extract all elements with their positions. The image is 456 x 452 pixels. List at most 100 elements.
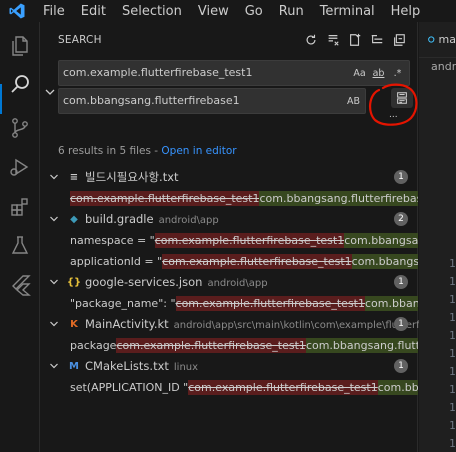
title-bar: File Edit Selection View Go Run Terminal Help xyxy=(0,0,456,22)
result-file-name: google-services.json android\app xyxy=(85,275,268,289)
result-match-row[interactable]: com.example.flutterfirebase_test1 com.bba… xyxy=(70,188,418,208)
result-file-row[interactable]: ◆ build.gradle android\app 2 xyxy=(40,209,418,229)
menu-run[interactable]: Run xyxy=(279,4,304,19)
file-name-text: build.gradle xyxy=(85,212,154,226)
editor-tab-label: ma xyxy=(438,33,456,46)
breadcrumb[interactable]: andro xyxy=(431,60,456,73)
menu-file[interactable]: File xyxy=(43,4,65,19)
extensions-icon[interactable] xyxy=(6,193,34,221)
match-case-option[interactable]: Aa xyxy=(352,65,367,81)
source-control-icon[interactable] xyxy=(6,114,34,142)
kotlin-icon: K xyxy=(70,318,78,330)
result-file-name: build.gradle android\app xyxy=(85,212,219,226)
result-match-row[interactable]: applicationId = " com.example.flutterfire… xyxy=(70,251,418,271)
file-name-text: CMakeLists.txt xyxy=(85,359,169,373)
result-match-row[interactable]: package com.example.flutterfirebase_test… xyxy=(70,335,418,355)
search-icon[interactable] xyxy=(6,70,34,98)
line-number: 1 xyxy=(449,419,456,432)
line-number: 1 xyxy=(449,365,456,378)
match-prefix: applicationId = " xyxy=(70,254,163,268)
line-number: 1 xyxy=(449,329,456,342)
line-number: 1 xyxy=(449,293,456,306)
cmake-icon: M xyxy=(69,360,79,372)
match-deleted-text: com.example.flutterfirebase_test1 xyxy=(116,337,306,353)
result-file-row[interactable]: {} google-services.json android\app 1 xyxy=(40,272,418,292)
search-view-title: SEARCH xyxy=(58,34,102,46)
search-view-header: SEARCH xyxy=(40,22,418,58)
menu-edit[interactable]: Edit xyxy=(81,4,106,19)
match-inserted-text: com.bbangsang.flutterfirebase1 xyxy=(259,190,418,206)
preserve-case-option[interactable]: AB xyxy=(346,93,361,109)
new-search-editor-icon[interactable] xyxy=(348,33,362,47)
match-inserted-text: com.bbangsang.fl... xyxy=(365,295,418,311)
menu-go[interactable]: Go xyxy=(245,4,263,19)
chevron-down-icon[interactable] xyxy=(49,277,59,287)
use-regex-option[interactable]: .* xyxy=(390,65,405,81)
testing-icon[interactable] xyxy=(6,232,34,260)
text-file-icon: ≡ xyxy=(69,171,79,183)
active-indicator xyxy=(0,84,2,114)
search-input[interactable] xyxy=(63,66,343,79)
replace-input[interactable] xyxy=(63,94,343,107)
result-file-name: MainActivity.kt android\app\src\main\kotl… xyxy=(85,317,432,331)
flutter-icon[interactable] xyxy=(6,271,34,299)
match-prefix: "package_name": " xyxy=(70,296,176,310)
toggle-replace-chevron-icon[interactable] xyxy=(44,86,56,98)
replace-options: AB xyxy=(346,93,361,109)
match-inserted-text: com.bbangsang.flutt... xyxy=(344,232,418,248)
result-file-row[interactable]: M CMakeLists.txt linux 1 xyxy=(40,356,418,376)
line-number: 1 xyxy=(449,275,456,288)
file-name-text: 빌드시필요사항.txt xyxy=(85,170,179,184)
result-match-row[interactable]: namespace = " com.example.flutterfirebase… xyxy=(70,230,418,250)
match-prefix: set(APPLICATION_ID " xyxy=(70,380,189,394)
file-name-text: MainActivity.kt xyxy=(85,317,169,331)
run-debug-icon[interactable] xyxy=(6,153,34,181)
refresh-icon[interactable] xyxy=(304,33,318,47)
match-deleted-text: com.example.flutterfirebase_test1 xyxy=(154,232,345,248)
menu-terminal[interactable]: Terminal xyxy=(320,4,375,19)
chevron-down-icon[interactable] xyxy=(49,214,59,224)
menu-view[interactable]: View xyxy=(198,4,229,19)
match-deleted-text: com.example.flutterfirebase_test1 xyxy=(188,379,378,395)
results-message: 6 results in 5 files - Open in editor xyxy=(58,145,237,157)
chevron-down-icon[interactable] xyxy=(49,361,59,371)
menu-bar: File Edit Selection View Go Run Terminal Help xyxy=(43,4,436,19)
search-view: SEARCH Aa ab .* AB ... 6 results in 5 fi… xyxy=(40,22,432,452)
match-count-badge: 1 xyxy=(394,359,408,373)
chevron-down-icon[interactable] xyxy=(49,172,59,182)
chevron-down-icon[interactable] xyxy=(49,319,59,329)
clear-results-icon[interactable] xyxy=(326,33,340,47)
search-header-actions xyxy=(304,33,406,47)
results-count-text: 6 results in 5 files - xyxy=(58,145,162,157)
editor-tab[interactable]: ma xyxy=(419,22,456,58)
view-as-tree-icon[interactable] xyxy=(370,33,384,47)
line-number: 1 xyxy=(449,311,456,324)
explorer-icon[interactable] xyxy=(6,32,34,60)
file-path-text: android\app xyxy=(158,215,219,226)
result-match-row[interactable]: "package_name": " com.example.flutterfire… xyxy=(70,293,418,313)
json-icon: {} xyxy=(66,276,82,288)
match-count-badge: 1 xyxy=(394,317,408,331)
match-whole-word-option[interactable]: ab xyxy=(371,65,386,81)
activity-bar xyxy=(0,22,40,452)
match-count-badge: 1 xyxy=(394,170,408,184)
open-in-editor-link[interactable]: Open in editor xyxy=(161,145,236,157)
find-options: Aa ab .* xyxy=(352,65,405,81)
search-find-field: Aa ab .* xyxy=(58,60,410,86)
match-inserted-text: com.bbangsang.fl... xyxy=(351,253,418,269)
replace-all-button[interactable] xyxy=(391,88,413,108)
dart-file-icon xyxy=(428,36,435,43)
match-prefix: namespace = " xyxy=(70,233,155,247)
collapse-all-icon[interactable] xyxy=(392,33,406,47)
result-match-row[interactable]: set(APPLICATION_ID " com.example.flutterf… xyxy=(70,377,418,397)
menu-selection[interactable]: Selection xyxy=(122,4,182,19)
line-numbers: 111111111111 xyxy=(449,257,456,452)
editor-area: ma andro 111111111111 xyxy=(419,22,456,452)
toggle-search-details[interactable]: ... xyxy=(389,110,398,120)
result-file-row[interactable]: ≡ 빌드시필요사항.txt 1 xyxy=(40,167,418,187)
result-file-row[interactable]: K MainActivity.kt android\app\src\main\kot… xyxy=(40,314,432,334)
file-path-text: android\app xyxy=(207,278,268,289)
menu-help[interactable]: Help xyxy=(391,4,421,19)
match-deleted-text: com.example.flutterfirebase_test1 xyxy=(162,253,352,269)
search-replace-field: AB xyxy=(58,88,366,114)
